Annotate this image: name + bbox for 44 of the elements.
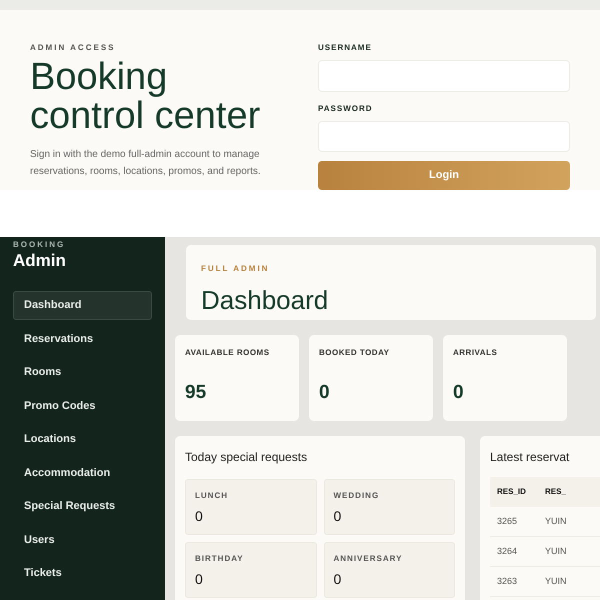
request-label: WEDDING — [334, 490, 380, 502]
stat-value: 0 — [319, 381, 331, 405]
password-field[interactable] — [318, 120, 570, 152]
page-heading: Booking control center — [30, 58, 262, 136]
table-cell-text: 3265 — [497, 514, 518, 528]
column-header: RES_ID — [497, 486, 527, 498]
requests-title: Today special requests — [185, 449, 308, 466]
table-cell-text: YUIN — [545, 544, 568, 558]
eyebrow-label: ADMIN ACCESS — [30, 42, 116, 54]
sidebar-item[interactable]: Users — [13, 526, 152, 554]
header-eyebrow: FULL ADMIN — [201, 263, 270, 275]
sidebar-item[interactable]: Reservations — [13, 324, 152, 353]
stat-value: 95 — [185, 381, 208, 405]
password-label: PASSWORD — [318, 102, 374, 115]
request-value: 0 — [334, 570, 342, 589]
table-cell-text: YUIN — [545, 514, 568, 528]
request-value: 0 — [334, 507, 342, 526]
stat-value: 0 — [453, 381, 465, 405]
request-value: 0 — [195, 507, 204, 526]
description-text: Sign in with the demo full-admin account to manage reservations, rooms, locations, promos, and reports. — [30, 148, 262, 179]
sidebar-item[interactable]: Special Requests — [13, 492, 152, 520]
username-field[interactable] — [318, 60, 570, 92]
stat-label: AVAILABLE ROOMS — [185, 347, 271, 359]
sidebar-item[interactable]: Dashboard — [13, 291, 152, 320]
stat-label: BOOKED TODAY — [319, 347, 390, 359]
request-value: 0 — [195, 570, 204, 589]
request-label: BIRTHDAY — [195, 553, 245, 565]
sidebar-item[interactable]: Promo Codes — [13, 392, 152, 420]
sidebar-item[interactable]: Tickets — [13, 559, 152, 588]
table-cell-text: 3263 — [497, 574, 518, 588]
sidebar-title: Admin — [13, 251, 67, 271]
request-label: ANNIVERSARY — [334, 553, 404, 565]
sidebar-eyebrow: BOOKING — [13, 239, 66, 251]
table-cell-text: YUIN — [545, 574, 568, 588]
stat-label: ARRIVALS — [453, 347, 498, 359]
header-title: Dashboard — [201, 284, 330, 317]
reservations-title: Latest reservat — [490, 449, 570, 466]
request-label: LUNCH — [195, 490, 229, 502]
username-label: USERNAME — [318, 42, 373, 54]
column-header: RES_ — [545, 486, 567, 498]
sidebar-item[interactable]: Locations — [13, 425, 152, 454]
table-cell-text: 3264 — [497, 544, 518, 558]
sidebar-item[interactable]: Accommodation — [13, 458, 152, 487]
sidebar-item[interactable]: Rooms — [13, 358, 152, 386]
